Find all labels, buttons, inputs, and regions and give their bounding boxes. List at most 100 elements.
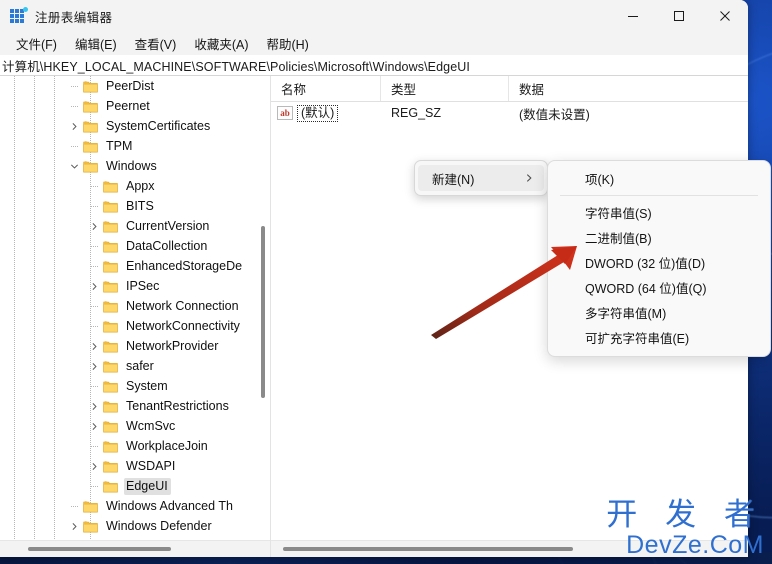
tree-item-network-connection[interactable]: Network Connection xyxy=(0,296,270,316)
tree-item-windows[interactable]: Windows xyxy=(0,156,270,176)
submenu-item-dword32[interactable]: DWORD (32 位)值(D) xyxy=(552,250,766,275)
tree-item-label: Network Connection xyxy=(126,298,239,313)
tree-item-windows-defender[interactable]: Windows Defender xyxy=(0,516,270,536)
caption-buttons xyxy=(610,0,748,32)
chevron-right-icon[interactable] xyxy=(86,396,102,416)
maximize-button[interactable] xyxy=(656,0,702,32)
chevron-right-icon[interactable] xyxy=(86,416,102,436)
tree-item-currentversion[interactable]: CurrentVersion xyxy=(0,216,270,236)
menu-edit[interactable]: 编辑(E) xyxy=(66,32,126,56)
chevron-right-icon[interactable] xyxy=(66,116,82,136)
tree-item-bits[interactable]: BITS xyxy=(0,196,270,216)
submenu-item-string[interactable]: 字符串值(S) xyxy=(552,200,766,225)
tree-item-ipsec[interactable]: IPSec xyxy=(0,276,270,296)
tree-item-windows-advanced-th[interactable]: Windows Advanced Th xyxy=(0,496,270,516)
tree-item-label: TPM xyxy=(106,138,133,153)
tree-item-label: BITS xyxy=(126,198,154,213)
tree-item-workplacejoin[interactable]: WorkplaceJoin xyxy=(0,436,270,456)
tree-item-wcmsvc[interactable]: WcmSvc xyxy=(0,416,270,436)
chevron-right-icon[interactable] xyxy=(66,516,82,536)
tree-item-datacollection[interactable]: DataCollection xyxy=(0,236,270,256)
folder-icon xyxy=(102,456,119,476)
folder-icon xyxy=(82,116,99,136)
submenu-item-multi-string[interactable]: 多字符串值(M) xyxy=(552,300,766,325)
folder-icon xyxy=(102,416,119,436)
table-row[interactable]: ab (默认) REG_SZ (数值未设置) xyxy=(271,102,748,124)
folder-icon xyxy=(82,136,99,156)
tree-item-edgeui[interactable]: EdgeUI xyxy=(0,476,270,496)
chevron-right-icon[interactable] xyxy=(86,276,102,296)
column-header-name[interactable]: 名称 xyxy=(271,76,381,101)
context-menu: 新建(N) xyxy=(414,160,548,196)
folder-icon xyxy=(102,436,119,456)
folder-icon xyxy=(82,516,99,536)
tree-item-tenantrestrictions[interactable]: TenantRestrictions xyxy=(0,396,270,416)
chevron-right-icon[interactable] xyxy=(86,336,102,356)
context-menu-item-new[interactable]: 新建(N) xyxy=(418,165,544,191)
list-horizontal-scrollbar[interactable] xyxy=(271,540,748,557)
chevron-right-icon[interactable] xyxy=(86,456,102,476)
menu-file[interactable]: 文件(F) xyxy=(7,32,66,56)
tree-item-peernet[interactable]: Peernet xyxy=(0,96,270,116)
tree-item-systemcertificates[interactable]: SystemCertificates xyxy=(0,116,270,136)
folder-icon xyxy=(102,196,119,216)
folder-icon xyxy=(102,276,119,296)
tree-item-label: safer xyxy=(126,358,154,373)
menu-favorites[interactable]: 收藏夹(A) xyxy=(185,32,257,56)
value-name-cell: ab (默认) xyxy=(271,102,381,124)
menu-view[interactable]: 查看(V) xyxy=(126,32,186,56)
tree-item-label: System xyxy=(126,378,168,393)
minimize-button[interactable] xyxy=(610,0,656,32)
tree-item-networkprovider[interactable]: NetworkProvider xyxy=(0,336,270,356)
chevron-right-icon[interactable] xyxy=(86,216,102,236)
tree-item-label: EnhancedStorageDe xyxy=(126,258,243,273)
chevron-right-icon[interactable] xyxy=(86,356,102,376)
submenu-item-binary[interactable]: 二进制值(B) xyxy=(552,225,766,250)
folder-icon xyxy=(102,216,119,236)
tree-item-peerdist[interactable]: PeerDist xyxy=(0,76,270,96)
tree-item-label: NetworkConnectivity xyxy=(126,318,240,333)
tree-item-label: Windows xyxy=(106,158,157,173)
title-bar[interactable]: 注册表编辑器 xyxy=(0,0,748,32)
tree-item-networkconnectivity[interactable]: NetworkConnectivity xyxy=(0,316,270,336)
folder-icon xyxy=(102,396,119,416)
address-bar[interactable]: 计算机\HKEY_LOCAL_MACHINE\SOFTWARE\Policies… xyxy=(0,55,748,76)
ab-string-icon: ab xyxy=(277,106,293,120)
menu-help[interactable]: 帮助(H) xyxy=(257,32,317,56)
tree-vertical-scrollbar[interactable] xyxy=(259,76,267,541)
submenu-item-qword64[interactable]: QWORD (64 位)值(Q) xyxy=(552,275,766,300)
folder-icon xyxy=(102,336,119,356)
tree-item-label: WorkplaceJoin xyxy=(126,438,208,453)
tree-item-enhancedstoragede[interactable]: EnhancedStorageDe xyxy=(0,256,270,276)
tree-rows: PeerDist Peernet SystemCertificates TPM Wind… xyxy=(0,76,270,541)
tree-horizontal-scrollbar[interactable] xyxy=(0,540,270,557)
tree-item-system[interactable]: System xyxy=(0,376,270,396)
chevron-down-icon[interactable] xyxy=(66,156,82,176)
tree-item-label: Windows Defender xyxy=(106,518,212,533)
column-header-data[interactable]: 数据 xyxy=(509,76,748,101)
close-button[interactable] xyxy=(702,0,748,32)
submenu-item-expandable-string[interactable]: 可扩充字符串值(E) xyxy=(552,325,766,350)
submenu-item-key[interactable]: 项(K) xyxy=(552,166,766,191)
tree-item-tpm[interactable]: TPM xyxy=(0,136,270,156)
tree-item-wsdapi[interactable]: WSDAPI xyxy=(0,456,270,476)
tree-item-safer[interactable]: safer xyxy=(0,356,270,376)
submenu-separator xyxy=(560,195,758,196)
list-column-headers: 名称 类型 数据 xyxy=(271,76,748,102)
registry-tree-pane[interactable]: PeerDist Peernet SystemCertificates TPM Wind… xyxy=(0,76,271,557)
column-header-type[interactable]: 类型 xyxy=(381,76,509,101)
tree-item-appx[interactable]: Appx xyxy=(0,176,270,196)
